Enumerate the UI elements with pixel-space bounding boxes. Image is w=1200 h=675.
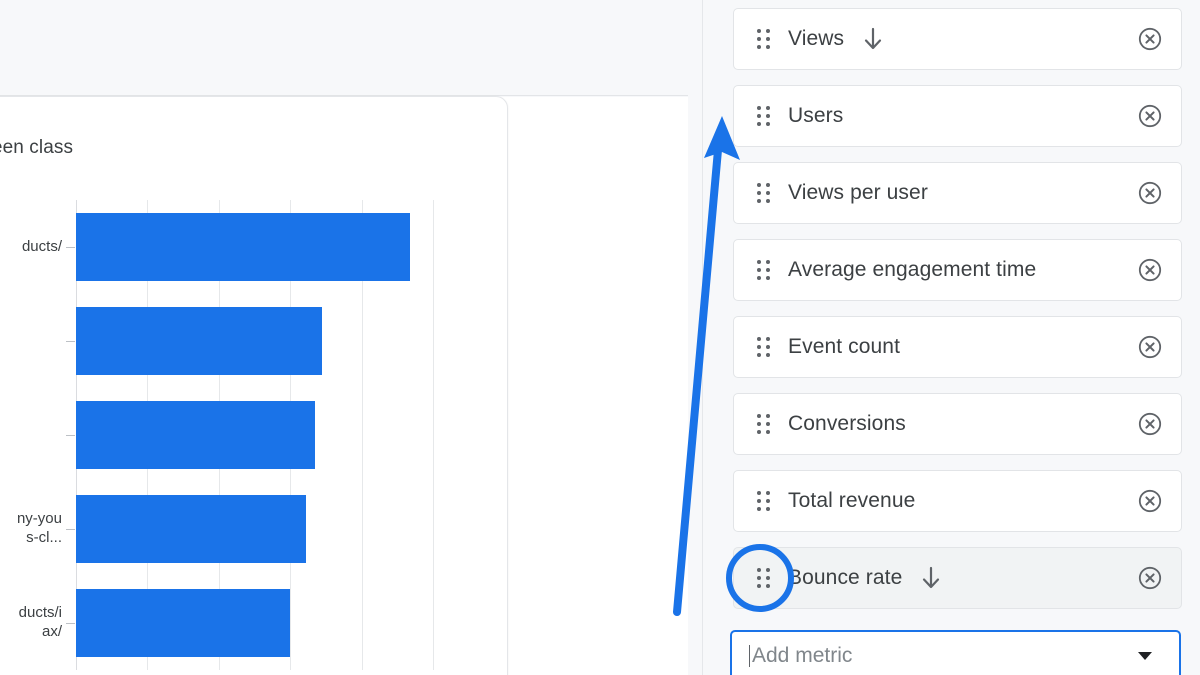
close-circle-icon[interactable] [1137, 334, 1163, 360]
close-circle-icon[interactable] [1137, 488, 1163, 514]
vertical-scrollbar-track[interactable] [688, 0, 702, 675]
bar[interactable] [76, 401, 315, 469]
metric-row-label: Conversions [788, 412, 906, 435]
y-axis-category-label: ducts/i ax/ [18, 604, 62, 640]
drag-handle-icon[interactable] [756, 337, 770, 357]
close-circle-icon[interactable] [1137, 257, 1163, 283]
metric-row[interactable]: Views [733, 8, 1182, 70]
bar[interactable] [76, 213, 411, 281]
x-gridline [433, 200, 435, 670]
y-axis-tick [66, 341, 75, 342]
y-axis-tick [66, 247, 75, 248]
metric-row-label: Event count [788, 335, 901, 358]
metric-row[interactable]: Views per user [733, 162, 1182, 224]
metric-row-label: Users [788, 104, 844, 127]
y-axis-tick [66, 623, 75, 624]
close-circle-icon[interactable] [1137, 103, 1163, 129]
metric-row[interactable]: Bounce rate [733, 547, 1182, 609]
metric-row[interactable]: Users [733, 85, 1182, 147]
y-axis-tick [66, 529, 75, 530]
bar[interactable] [76, 307, 322, 375]
text-caret [749, 645, 750, 667]
close-circle-icon[interactable] [1137, 180, 1163, 206]
chart-card[interactable]: y Page path and screen class 05001K1.5K2… [0, 96, 508, 675]
metric-row[interactable]: Average engagement time [733, 239, 1182, 301]
close-circle-icon[interactable] [1137, 565, 1163, 591]
drag-handle-icon[interactable] [756, 260, 770, 280]
bar[interactable] [76, 495, 306, 563]
metric-row[interactable]: Total revenue [733, 470, 1182, 532]
metric-row-label: Views [788, 27, 845, 50]
drag-handle-icon[interactable] [756, 183, 770, 203]
metric-row-label: Views per user [788, 181, 928, 204]
metric-row-label: Total revenue [788, 489, 916, 512]
metric-row-label: Bounce rate [788, 566, 903, 589]
metric-row[interactable]: Conversions [733, 393, 1182, 455]
close-circle-icon[interactable] [1137, 411, 1163, 437]
y-axis-category-label: ducts/ [21, 237, 62, 255]
bar-chart-plot-area: 05001K1.5K2K2.5Kducts/ny-you s-cl...duct… [17, 200, 476, 670]
y-axis-category-label: ny-you s-cl... [16, 510, 62, 546]
metric-row[interactable]: Event count [733, 316, 1182, 378]
report-top-strip [0, 0, 702, 96]
app-screenshot: y Page path and screen class 05001K1.5K2… [0, 0, 1200, 675]
chevron-down-icon[interactable] [1138, 652, 1152, 660]
bar[interactable] [76, 589, 290, 657]
arrow-down-icon[interactable] [862, 26, 884, 52]
drag-handle-icon[interactable] [756, 414, 770, 434]
metric-row-label: Average engagement time [788, 258, 1037, 281]
add-metric-placeholder: Add metric [752, 644, 853, 667]
chart-title: y Page path and screen class [0, 137, 74, 158]
metrics-panel: Views Users Views per user Average engageme… [703, 0, 1200, 675]
y-axis-tick [66, 435, 75, 436]
arrow-down-icon[interactable] [920, 565, 942, 591]
drag-handle-icon[interactable] [756, 491, 770, 511]
report-canvas: y Page path and screen class 05001K1.5K2… [0, 0, 702, 675]
drag-handle-icon[interactable] [756, 568, 770, 588]
close-circle-icon[interactable] [1137, 26, 1163, 52]
drag-handle-icon[interactable] [756, 106, 770, 126]
add-metric-field[interactable]: Add metric [730, 630, 1181, 675]
drag-handle-icon[interactable] [756, 29, 770, 49]
